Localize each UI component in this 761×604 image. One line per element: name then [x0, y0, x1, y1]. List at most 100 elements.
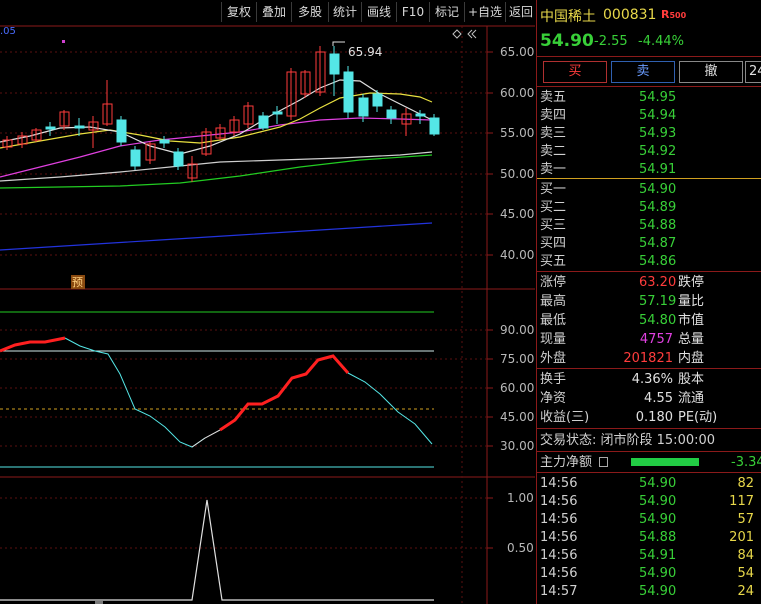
- ask-row[interactable]: 卖一 54.91: [537, 160, 761, 179]
- main-flow-label: 主力净额: [540, 455, 593, 470]
- cancel-order-button[interactable]: 撤: [679, 61, 743, 83]
- max-price-label: 65.94: [348, 45, 382, 59]
- sell-button[interactable]: 卖: [611, 61, 675, 83]
- trade-status: 交易状态: 闭市阶段 15:00:00: [540, 433, 716, 448]
- stat-row-earnings: 收益(三) 0.180 PE(动): [537, 408, 761, 427]
- volume-tick-05: 0.50: [507, 541, 534, 555]
- ask-row[interactable]: 卖三 54.93: [537, 124, 761, 143]
- ma-magenta-line: [0, 117, 433, 178]
- tick-row: 14:56 54.90 117: [537, 492, 761, 511]
- forecast-badge-text: 预: [72, 276, 83, 289]
- stats-button[interactable]: 统计: [328, 2, 361, 22]
- tick-time: 14:57: [540, 584, 578, 599]
- indicator-line-falling: [64, 337, 206, 448]
- stat-label: 最低: [540, 313, 567, 328]
- ask-label: 卖一: [540, 162, 567, 177]
- diamond-icon[interactable]: [452, 29, 462, 39]
- bid-row[interactable]: 买四 54.87: [537, 234, 761, 253]
- tick-row: 14:56 54.91 84: [537, 546, 761, 565]
- bid-price: 54.89: [639, 200, 677, 215]
- adjust-button[interactable]: 复权: [221, 2, 256, 22]
- draw-line-button[interactable]: 画线: [361, 2, 396, 22]
- price-change: -2.55: [594, 34, 628, 49]
- stat-value: 201821: [623, 351, 673, 366]
- stat-row-outer: 外盘 201821 内盘: [537, 349, 761, 368]
- f10-button[interactable]: F10: [396, 2, 429, 22]
- tick-row: 14:56 54.90 82: [537, 474, 761, 493]
- main-flow-bar: [631, 458, 699, 466]
- tick-volume: 57: [737, 512, 754, 527]
- price-chart[interactable]: 65.00 60.00 55.00 50.00 45.00 40.00 90.0…: [0, 24, 535, 604]
- ask-row[interactable]: 卖四 54.94: [537, 106, 761, 125]
- menu-icon[interactable]: [599, 457, 608, 467]
- stat-right-label: PE(动): [678, 410, 718, 425]
- stock-name: 中国稀土: [540, 9, 596, 25]
- ask-row[interactable]: 卖二 54.92: [537, 142, 761, 161]
- tick-row: 14:56 54.90 54: [537, 564, 761, 583]
- tick-volume: 201: [729, 530, 754, 545]
- stat-value: 54.80: [639, 313, 677, 328]
- ma-white-short-line: [0, 79, 433, 155]
- main-flow-value: -3.34: [731, 455, 761, 470]
- collapse-icon[interactable]: [467, 29, 477, 39]
- stat-value: 57.19: [639, 294, 677, 309]
- trade-status-row: 交易状态: 闭市阶段 15:00:00: [537, 431, 761, 450]
- stat-label: 涨停: [540, 275, 567, 290]
- bid-row[interactable]: 买三 54.88: [537, 216, 761, 235]
- stat-label: 换手: [540, 372, 567, 387]
- ask-price: 54.91: [639, 162, 677, 177]
- volume-tick-1: 1.00: [507, 491, 534, 505]
- indicator-tick-60: 60.00: [500, 381, 534, 395]
- tick-price: 54.90: [639, 476, 677, 491]
- stat-value: 0.180: [635, 410, 673, 425]
- tick-price: 54.90: [639, 512, 677, 527]
- tick-volume: 82: [737, 476, 754, 491]
- stat-right-label: 总量: [678, 332, 705, 347]
- signal-spike-line: [0, 499, 434, 601]
- ask-label: 卖二: [540, 144, 567, 159]
- add-watchlist-button[interactable]: +自选: [464, 2, 505, 22]
- indicator-line-rising-1: [0, 336, 66, 353]
- tick-time: 14:56: [540, 566, 578, 581]
- quote-panel: 中国稀土 000831 R500 54.90 -2.55 -4.44% 买 卖 …: [536, 0, 761, 604]
- back-button[interactable]: 返回: [505, 2, 536, 22]
- margin-tag: R500: [661, 8, 686, 21]
- stat-right-label: 内盘: [678, 351, 705, 366]
- tick-row: 14:56 54.90 57: [537, 510, 761, 529]
- price-tick-45: 45.00: [500, 207, 534, 221]
- ask-price: 54.92: [639, 144, 677, 159]
- stat-value: 4.55: [644, 391, 673, 406]
- ma-blue-line: [0, 222, 433, 251]
- ask-label: 卖四: [540, 108, 567, 123]
- tick-volume: 54: [737, 566, 754, 581]
- ask-row[interactable]: 卖五 54.95: [537, 88, 761, 107]
- tick-time: 14:56: [540, 548, 578, 563]
- buy-button[interactable]: 买: [543, 61, 607, 83]
- price-tick-50: 50.00: [500, 167, 534, 181]
- indicator-tick-30: 30.00: [500, 439, 534, 453]
- bid-price: 54.86: [639, 254, 677, 269]
- tick-volume: 24: [737, 584, 754, 599]
- indicator-tick-45: 45.00: [500, 410, 534, 424]
- bid-row[interactable]: 买一 54.90: [537, 180, 761, 199]
- multi-stock-button[interactable]: 多股: [291, 2, 328, 22]
- tick-volume: 117: [729, 494, 754, 509]
- indicator-tick-75: 75.00: [500, 352, 534, 366]
- overlay-button[interactable]: 叠加: [256, 2, 291, 22]
- indicator-line-rising-2: [219, 354, 350, 432]
- extra-button[interactable]: 24: [745, 61, 761, 83]
- stat-row-limit-up: 涨停 63.20 跌停: [537, 273, 761, 292]
- stat-value: 63.20: [639, 275, 677, 290]
- stat-value: 4757: [639, 332, 673, 347]
- bid-row[interactable]: 买五 54.86: [537, 252, 761, 271]
- bid-row[interactable]: 买二 54.89: [537, 198, 761, 217]
- price-tick-55: 55.00: [500, 126, 534, 140]
- tick-price: 54.88: [639, 530, 677, 545]
- tick-row: 14:57 54.90 24: [537, 582, 761, 601]
- ask-price: 54.95: [639, 90, 677, 105]
- price-tick-60: 60.00: [500, 86, 534, 100]
- ask-price: 54.93: [639, 126, 677, 141]
- stock-code: 000831: [603, 7, 657, 23]
- tick-price: 54.91: [639, 548, 677, 563]
- mark-button[interactable]: 标记: [429, 2, 464, 22]
